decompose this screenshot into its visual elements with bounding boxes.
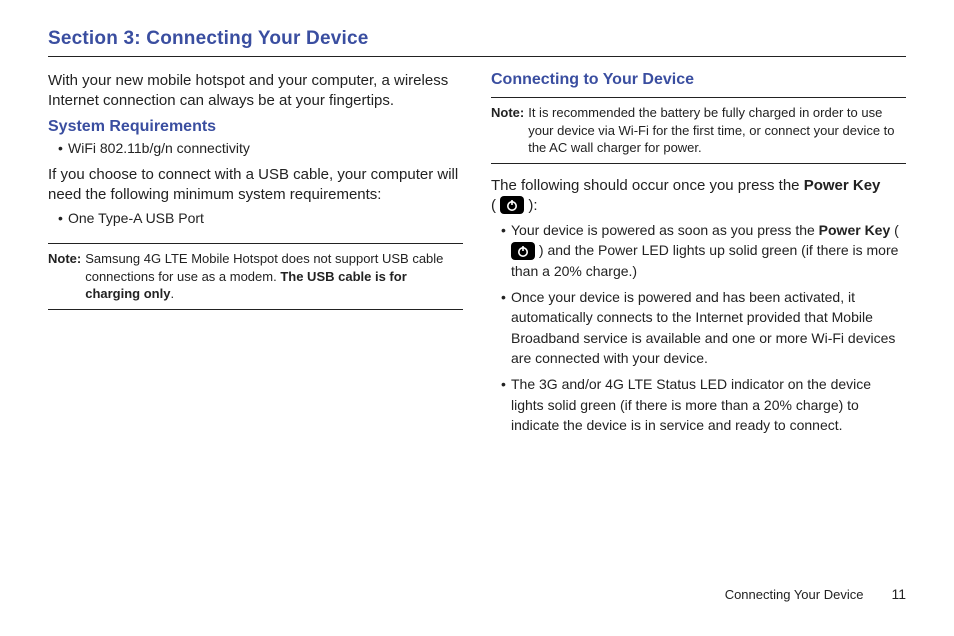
text-part: ) and the Power LED lights up solid gree…: [511, 242, 898, 278]
note-text-part2: .: [170, 286, 174, 301]
following-paragraph: The following should occur once you pres…: [491, 176, 906, 217]
list-item: Your device is powered as soon as you pr…: [501, 220, 906, 281]
list-item: The 3G and/or 4G LTE Status LED indicato…: [501, 374, 906, 435]
note-text: Samsung 4G LTE Mobile Hotspot does not s…: [85, 250, 463, 303]
list-item: WiFi 802.11b/g/n connectivity: [58, 138, 463, 160]
left-column: With your new mobile hotspot and your co…: [48, 71, 463, 441]
power-key-label: Power Key: [819, 222, 891, 238]
text-part: Your device is powered as soon as you pr…: [511, 222, 819, 238]
text-part: (: [491, 197, 500, 214]
note-block-left: Note: Samsung 4G LTE Mobile Hotspot does…: [48, 243, 463, 310]
usb-intro-paragraph: If you choose to connect with a USB cabl…: [48, 165, 463, 206]
connecting-heading: Connecting to Your Device: [491, 71, 906, 89]
section-title: Section 3: Connecting Your Device: [48, 28, 906, 50]
note-label: Note:: [491, 104, 524, 157]
right-column: Connecting to Your Device Note: It is re…: [491, 71, 906, 441]
requirements-list-1: WiFi 802.11b/g/n connectivity: [48, 138, 463, 160]
power-key-label: Power Key: [804, 177, 881, 194]
two-column-layout: With your new mobile hotspot and your co…: [48, 71, 906, 441]
title-rule: [48, 56, 906, 57]
list-item: Once your device is powered and has been…: [501, 287, 906, 368]
note-label: Note:: [48, 250, 81, 303]
system-requirements-heading: System Requirements: [48, 118, 463, 136]
note-block-right: Note: It is recommended the battery be f…: [491, 97, 906, 164]
power-icon: [511, 242, 535, 260]
text-part: The following should occur once you pres…: [491, 177, 804, 194]
intro-paragraph: With your new mobile hotspot and your co…: [48, 71, 463, 112]
list-item: One Type-A USB Port: [58, 208, 463, 230]
page-number: 11: [891, 586, 906, 602]
footer-label: Connecting Your Device: [725, 587, 864, 602]
steps-list: Your device is powered as soon as you pr…: [491, 220, 906, 435]
text-part: (: [890, 222, 899, 238]
note-text: It is recommended the battery be fully c…: [528, 104, 906, 157]
requirements-list-2: One Type-A USB Port: [48, 208, 463, 230]
page-footer: Connecting Your Device 11: [725, 586, 906, 602]
power-icon: [500, 196, 524, 214]
text-part: ):: [524, 197, 537, 214]
